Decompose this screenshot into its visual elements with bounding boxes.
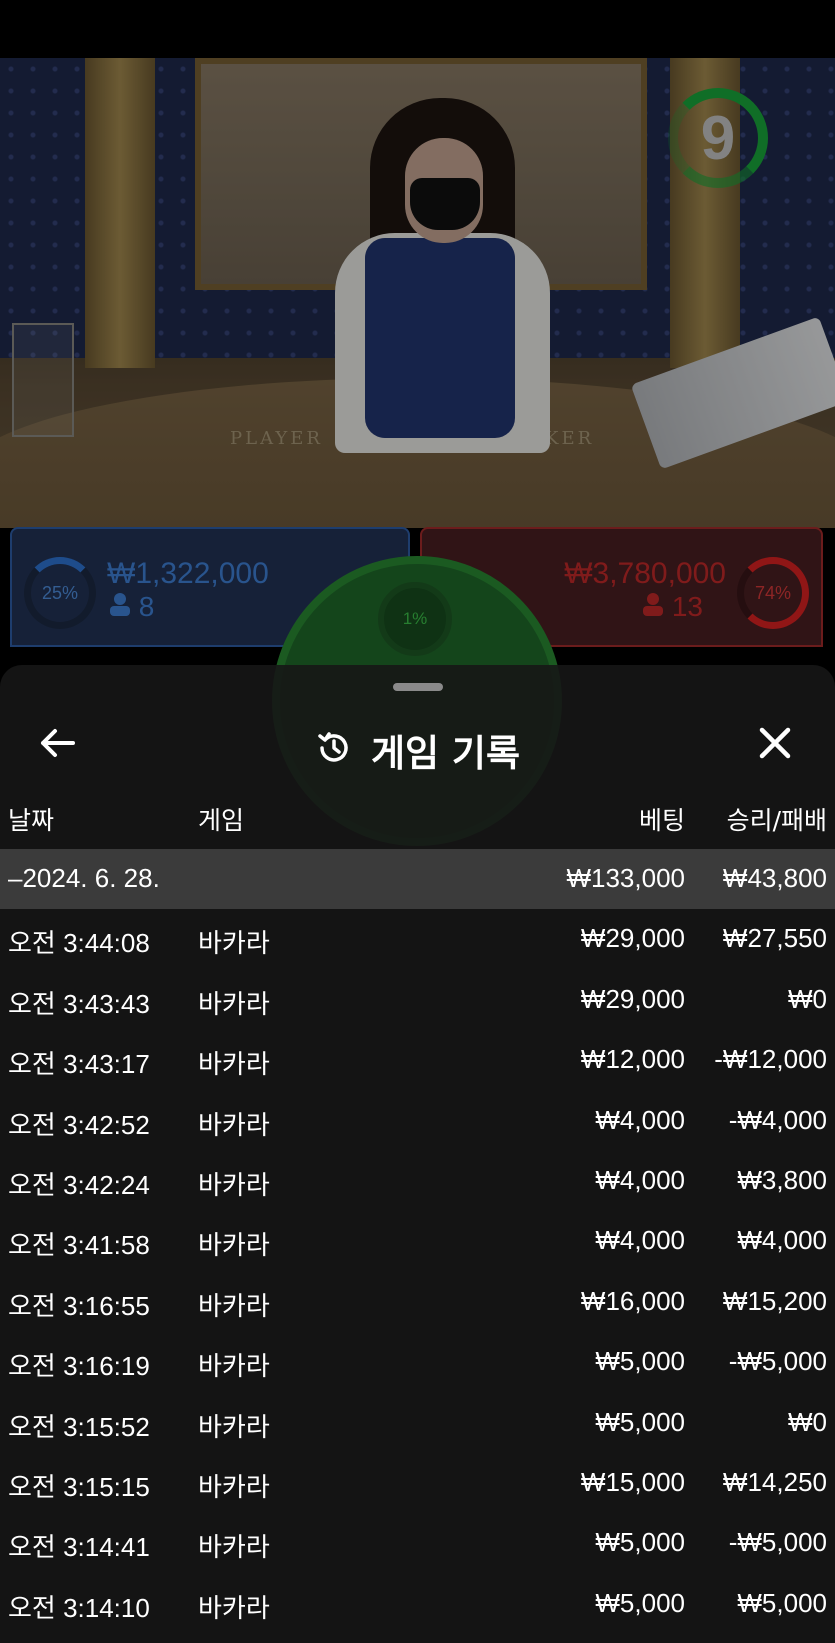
close-icon bbox=[758, 726, 792, 764]
sheet-header: 게임 기록 bbox=[0, 705, 835, 785]
row-result: -₩4,000 bbox=[728, 1104, 827, 1135]
group-date: –2024. 6. 28. bbox=[8, 863, 160, 893]
row-bet: ₩16,000 bbox=[580, 1285, 685, 1316]
row-time: 오전 3:15:15 bbox=[8, 1471, 150, 1502]
row-bet: ₩5,000 bbox=[595, 1406, 685, 1437]
table-row[interactable]: 오전 3:16:55 바카라 ₩16,000 ₩15,200 bbox=[0, 1272, 835, 1332]
row-time: 오전 3:44:08 bbox=[8, 928, 150, 959]
table-row[interactable]: 오전 3:43:17 바카라 ₩12,000 -₩12,000 bbox=[0, 1030, 835, 1090]
row-bet: ₩12,000 bbox=[580, 1044, 685, 1075]
status-bar bbox=[0, 0, 835, 58]
row-game: 바카라 bbox=[198, 1471, 270, 1502]
row-time: 오전 3:42:52 bbox=[8, 1109, 150, 1140]
row-bet: ₩5,000 bbox=[595, 1587, 685, 1618]
history-icon bbox=[315, 729, 353, 771]
table-row[interactable]: 오전 3:43:43 바카라 ₩29,000 ₩0 bbox=[0, 970, 835, 1030]
table-row[interactable]: 오전 3:15:52 바카라 ₩5,000 ₩0 bbox=[0, 1393, 835, 1453]
table-row[interactable]: 오전 3:44:08 바카라 ₩29,000 ₩27,550 bbox=[0, 909, 835, 969]
row-game: 바카라 bbox=[198, 988, 270, 1019]
row-time: 오전 3:14:10 bbox=[8, 1592, 150, 1623]
row-bet: ₩4,000 bbox=[595, 1225, 685, 1256]
row-time: 오전 3:16:19 bbox=[8, 1351, 150, 1382]
table-row[interactable]: 오전 3:42:52 바카라 ₩4,000 -₩4,000 bbox=[0, 1091, 835, 1151]
row-result: ₩0 bbox=[788, 983, 827, 1014]
game-history-sheet: 게임 기록 날짜 게임 베팅 승리/패배 –2024. 6. 28. ₩133,… bbox=[0, 665, 835, 1643]
row-game: 바카라 bbox=[198, 1351, 270, 1382]
table-row[interactable]: 오전 3:15:15 바카라 ₩15,000 ₩14,250 bbox=[0, 1453, 835, 1513]
group-result-total: ₩43,800 bbox=[722, 863, 827, 893]
row-time: 오전 3:41:58 bbox=[8, 1230, 150, 1261]
row-result: -₩5,000 bbox=[728, 1527, 827, 1558]
row-bet: ₩15,000 bbox=[580, 1466, 685, 1497]
row-time: 오전 3:42:24 bbox=[8, 1169, 150, 1200]
row-time: 오전 3:43:43 bbox=[8, 988, 150, 1019]
row-result: -₩5,000 bbox=[728, 1346, 827, 1377]
group-bet-total: ₩133,000 bbox=[566, 863, 685, 893]
row-bet: ₩4,000 bbox=[595, 1104, 685, 1135]
row-time: 오전 3:15:52 bbox=[8, 1411, 150, 1442]
close-button[interactable] bbox=[745, 715, 805, 775]
row-bet: ₩29,000 bbox=[580, 983, 685, 1014]
row-bet: ₩29,000 bbox=[580, 923, 685, 954]
row-game: 바카라 bbox=[198, 928, 270, 959]
row-game: 바카라 bbox=[198, 1592, 270, 1623]
row-game: 바카라 bbox=[198, 1230, 270, 1261]
row-game: 바카라 bbox=[198, 1049, 270, 1080]
row-time: 오전 3:14:41 bbox=[8, 1532, 150, 1563]
row-time: 오전 3:43:17 bbox=[8, 1049, 150, 1080]
column-date: 날짜 bbox=[8, 806, 55, 835]
row-time: 오전 3:16:55 bbox=[8, 1290, 150, 1321]
row-result: ₩15,200 bbox=[722, 1285, 827, 1316]
sheet-title-group: 게임 기록 bbox=[0, 723, 835, 777]
table-header: 날짜 게임 베팅 승리/패배 bbox=[0, 787, 835, 847]
drag-handle[interactable] bbox=[393, 683, 443, 691]
column-bet: 베팅 bbox=[638, 806, 685, 835]
row-result: ₩27,550 bbox=[722, 923, 827, 954]
row-result: ₩0 bbox=[788, 1406, 827, 1437]
row-bet: ₩4,000 bbox=[595, 1164, 685, 1195]
row-bet: ₩5,000 bbox=[595, 1527, 685, 1558]
table-row[interactable]: 오전 3:16:19 바카라 ₩5,000 -₩5,000 bbox=[0, 1332, 835, 1392]
row-result: ₩5,000 bbox=[737, 1587, 827, 1618]
row-result: ₩4,000 bbox=[737, 1225, 827, 1256]
history-list: –2024. 6. 28. ₩133,000 ₩43,800 오전 3:44:0… bbox=[0, 849, 835, 1634]
row-game: 바카라 bbox=[198, 1532, 270, 1563]
sheet-title: 게임 기록 bbox=[370, 732, 521, 775]
table-row[interactable]: 오전 3:42:24 바카라 ₩4,000 ₩3,800 bbox=[0, 1151, 835, 1211]
row-result: -₩12,000 bbox=[714, 1044, 827, 1075]
row-game: 바카라 bbox=[198, 1290, 270, 1321]
column-game: 게임 bbox=[198, 806, 245, 835]
table-row[interactable]: 오전 3:41:58 바카라 ₩4,000 ₩4,000 bbox=[0, 1211, 835, 1271]
row-game: 바카라 bbox=[198, 1109, 270, 1140]
row-bet: ₩5,000 bbox=[595, 1346, 685, 1377]
row-result: ₩14,250 bbox=[722, 1466, 827, 1497]
row-game: 바카라 bbox=[198, 1169, 270, 1200]
row-game: 바카라 bbox=[198, 1411, 270, 1442]
table-row[interactable]: 오전 3:14:41 바카라 ₩5,000 -₩5,000 bbox=[0, 1513, 835, 1573]
table-row[interactable]: 오전 3:14:10 바카라 ₩5,000 ₩5,000 bbox=[0, 1574, 835, 1634]
row-result: ₩3,800 bbox=[737, 1164, 827, 1195]
column-result: 승리/패배 bbox=[726, 806, 827, 835]
date-group-row[interactable]: –2024. 6. 28. ₩133,000 ₩43,800 bbox=[0, 849, 835, 910]
